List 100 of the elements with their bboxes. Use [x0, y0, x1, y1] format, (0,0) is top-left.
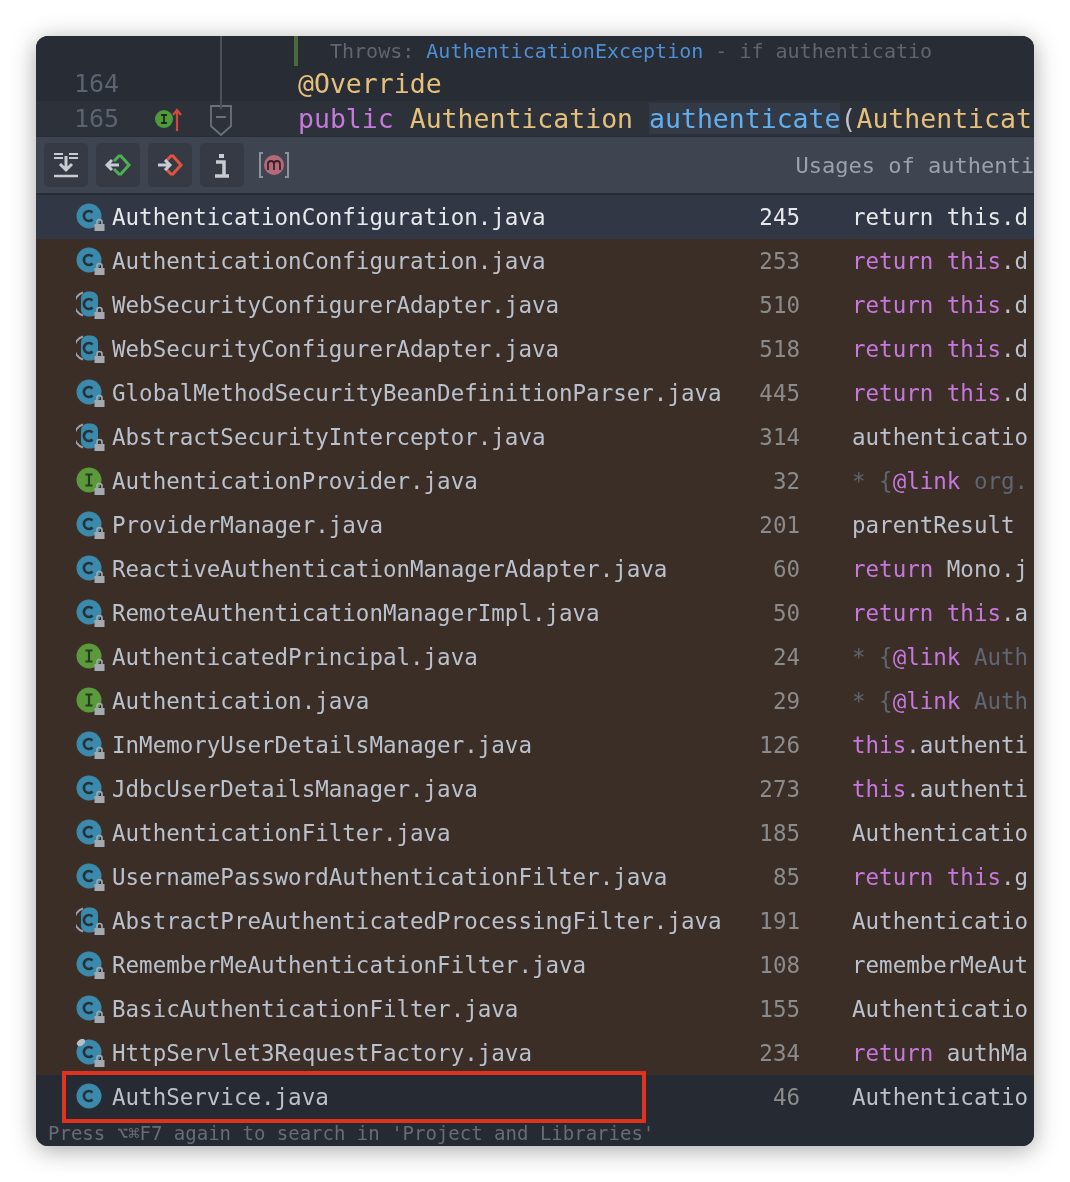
doc-comment-line: Throws: AuthenticationException - if authenticatio [329, 39, 933, 63]
usage-row[interactable]: AuthenticationConfiguration.java 253 return this.d [36, 239, 1034, 283]
previous-button[interactable] [96, 143, 140, 187]
line-number: 510 [758, 292, 800, 318]
usage-row[interactable]: HttpServlet3RequestFactory.java 234 return authMa [36, 1031, 1034, 1075]
usage-row[interactable]: GlobalMethodSecurityBeanDefinitionParser.java 445 return this.d [36, 371, 1034, 415]
line-number: 126 [758, 732, 800, 758]
expand-button[interactable] [44, 143, 88, 187]
usage-row[interactable]: BasicAuthenticationFilter.java 155 Authenticatio [36, 987, 1034, 1031]
file-name: WebSecurityConfigurerAdapter.java [112, 336, 561, 362]
line-number: 234 [758, 1040, 800, 1066]
code-snippet: this.authenti [851, 776, 1030, 802]
interface-icon [76, 643, 102, 669]
file-name: Authentication.java [112, 688, 371, 714]
code-snippet: return this.d [851, 248, 1030, 274]
line-number: 60 [771, 556, 800, 582]
code-snippet: return this.d [851, 336, 1030, 362]
code-snippet: Authenticatio [851, 908, 1030, 934]
class-icon [76, 247, 102, 273]
file-name: AuthenticatedPrincipal.java [112, 644, 479, 670]
line-number: 273 [758, 776, 800, 802]
line-number: 50 [771, 600, 800, 626]
code-line: @Override [298, 68, 442, 99]
class-icon [76, 731, 102, 757]
usage-row[interactable]: ProviderManager.java 201 parentResult [36, 503, 1034, 547]
code-line: public Authentication authenticate(Authenticat [298, 103, 1032, 134]
line-number: 46 [771, 1084, 800, 1110]
code-snippet: Authenticatio [851, 996, 1030, 1022]
class-icon [76, 379, 102, 405]
info-button[interactable] [200, 143, 244, 187]
usage-row[interactable]: AuthenticationConfiguration.java 245 return this.d [36, 195, 1034, 239]
code-snippet: Authenticatio [851, 820, 1030, 846]
line-number: 164 [73, 69, 121, 98]
code-snippet: * {@link Auth [851, 644, 1030, 670]
usage-row[interactable]: RememberMeAuthenticationFilter.java 108 rememberMeAut [36, 943, 1034, 987]
usage-row[interactable]: UsernamePasswordAuthenticationFilter.java 85 return this.g [36, 855, 1034, 899]
class-icon [76, 599, 102, 625]
line-number: 85 [771, 864, 800, 890]
interface-icon [76, 687, 102, 713]
collapse-all-icon [51, 150, 81, 180]
usage-row[interactable]: RemoteAuthenticationManagerImpl.java 50 return this.a [36, 591, 1034, 635]
class-icon [76, 995, 102, 1021]
interface-icon [76, 467, 102, 493]
class-icon [76, 1039, 102, 1065]
class-icon [76, 775, 102, 801]
file-name: AuthenticationConfiguration.java [112, 248, 547, 274]
file-name: WebSecurityConfigurerAdapter.java [112, 292, 561, 318]
code-snippet: this.authenti [851, 732, 1030, 758]
usage-row[interactable]: JdbcUserDetailsManager.java 273 this.authenti [36, 767, 1034, 811]
line-number: 245 [758, 204, 800, 230]
usage-row[interactable]: InMemoryUserDetailsManager.java 126 this.authenti [36, 723, 1034, 767]
class-icon [76, 203, 102, 229]
file-name: BasicAuthenticationFilter.java [112, 996, 520, 1022]
file-name: JdbcUserDetailsManager.java [112, 776, 479, 802]
file-name: AbstractPreAuthenticatedProcessingFilter.java [112, 908, 723, 934]
file-name: GlobalMethodSecurityBeanDefinitionParser.java [112, 380, 723, 406]
code-snippet: return authMa [851, 1040, 1030, 1066]
file-name: RememberMeAuthenticationFilter.java [112, 952, 588, 978]
code-snippet: return this.d [851, 204, 1030, 230]
usage-row[interactable]: AbstractPreAuthenticatedProcessingFilter.java 191 Authenticatio [36, 899, 1034, 943]
usage-row[interactable]: AuthenticationFilter.java 185 Authenticatio [36, 811, 1034, 855]
line-number: 155 [758, 996, 800, 1022]
line-number: 32 [771, 468, 800, 494]
popup-title: Usages of authenti [795, 152, 1034, 178]
code-snippet: return Mono.j [851, 556, 1030, 582]
line-number: 201 [758, 512, 800, 538]
class-icon [76, 1083, 102, 1109]
code-snippet: authenticatio [851, 424, 1030, 450]
line-number: 29 [771, 688, 800, 714]
code-snippet: return this.d [851, 292, 1030, 318]
usage-row[interactable]: AbstractSecurityInterceptor.java 314 authenticatio [36, 415, 1034, 459]
file-name: ProviderManager.java [112, 512, 384, 538]
class-icon [76, 863, 102, 889]
line-number: 24 [771, 644, 800, 670]
code-snippet: * {@link org. [851, 468, 1030, 494]
usage-row[interactable]: WebSecurityConfigurerAdapter.java 510 return this.d [36, 283, 1034, 327]
code-snippet: * {@link Auth [851, 688, 1030, 714]
file-name: AuthenticationProvider.java [112, 468, 479, 494]
file-name: AuthenticationFilter.java [112, 820, 452, 846]
class-icon [76, 819, 102, 845]
line-number: 185 [758, 820, 800, 846]
line-number: 314 [758, 424, 800, 450]
line-number: 191 [758, 908, 800, 934]
file-name: HttpServlet3RequestFactory.java [112, 1040, 533, 1066]
usage-row[interactable]: WebSecurityConfigurerAdapter.java 518 return this.d [36, 327, 1034, 371]
usage-row[interactable]: Authentication.java 29 * {@link Auth [36, 679, 1034, 723]
code-snippet: return this.g [851, 864, 1030, 890]
class-icon [76, 951, 102, 977]
file-name: AuthenticationConfiguration.java [112, 204, 547, 230]
line-number: 518 [758, 336, 800, 362]
code-snippet: rememberMeAut [851, 952, 1030, 978]
file-name: UsernamePasswordAuthenticationFilter.java [112, 864, 669, 890]
code-snippet: parentResult [851, 512, 1016, 538]
usage-row[interactable]: ReactiveAuthenticationManagerAdapter.java 60 return Mono.j [36, 547, 1034, 591]
method-icon[interactable] [258, 150, 290, 180]
line-number: 445 [758, 380, 800, 406]
usage-row[interactable]: AuthenticationProvider.java 32 * {@link org. [36, 459, 1034, 503]
fold-marker-icon[interactable] [210, 105, 232, 136]
next-button[interactable] [148, 143, 192, 187]
usage-row[interactable]: AuthenticatedPrincipal.java 24 * {@link Auth [36, 635, 1034, 679]
